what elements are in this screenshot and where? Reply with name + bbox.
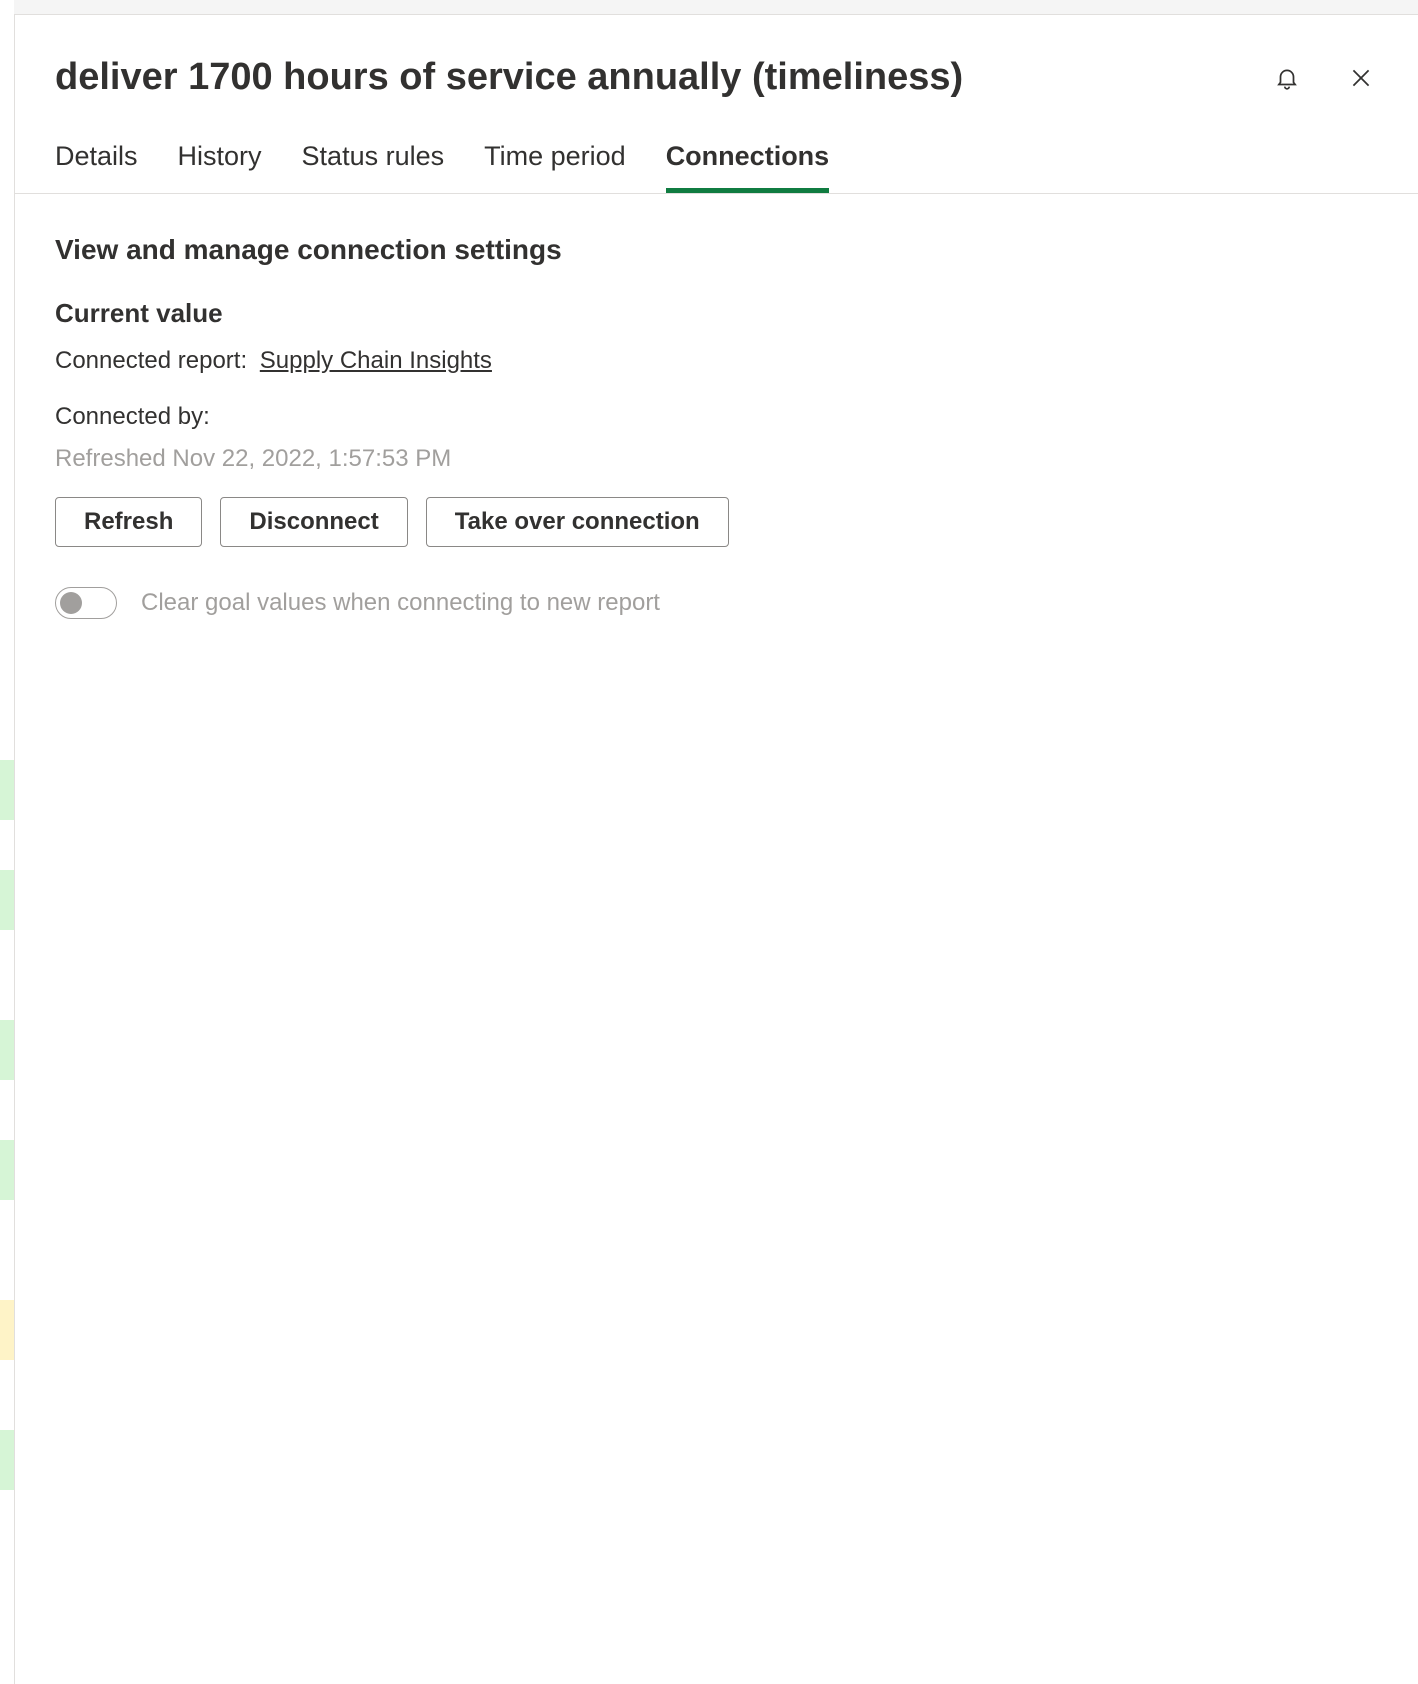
strip-row bbox=[0, 870, 14, 930]
tab-content: View and manage connection settings Curr… bbox=[15, 194, 1418, 1684]
clear-values-toggle-row: Clear goal values when connecting to new… bbox=[55, 587, 1378, 619]
tab-connections[interactable]: Connections bbox=[666, 141, 830, 193]
tab-details[interactable]: Details bbox=[55, 141, 138, 193]
clear-values-toggle-label: Clear goal values when connecting to new… bbox=[141, 589, 660, 617]
current-value-heading: Current value bbox=[55, 298, 1378, 329]
toggle-knob bbox=[60, 592, 82, 614]
connected-by-row: Connected by: bbox=[55, 403, 1378, 431]
strip-row bbox=[0, 1140, 14, 1200]
detail-panel: deliver 1700 hours of service annually (… bbox=[14, 14, 1418, 1684]
clear-values-toggle[interactable] bbox=[55, 587, 117, 619]
header-actions bbox=[1270, 55, 1378, 95]
connected-report-row: Connected report: Supply Chain Insights bbox=[55, 347, 1378, 375]
refresh-button[interactable]: Refresh bbox=[55, 497, 202, 547]
strip-row bbox=[0, 1430, 14, 1490]
tabs: Details History Status rules Time period… bbox=[15, 101, 1418, 194]
connected-report-label: Connected report: bbox=[55, 347, 247, 374]
bell-icon bbox=[1274, 65, 1300, 91]
connected-report-link[interactable]: Supply Chain Insights bbox=[260, 347, 492, 374]
close-icon bbox=[1348, 65, 1374, 91]
panel-header: deliver 1700 hours of service annually (… bbox=[15, 15, 1418, 101]
strip-row bbox=[0, 1020, 14, 1080]
connected-by-label: Connected by: bbox=[55, 403, 210, 430]
section-title: View and manage connection settings bbox=[55, 234, 1378, 266]
take-over-button[interactable]: Take over connection bbox=[426, 497, 729, 547]
panel-title: deliver 1700 hours of service annually (… bbox=[55, 55, 1246, 101]
strip-row bbox=[0, 1300, 14, 1360]
action-buttons: Refresh Disconnect Take over connection bbox=[55, 497, 1378, 547]
tab-status-rules[interactable]: Status rules bbox=[302, 141, 445, 193]
disconnect-button[interactable]: Disconnect bbox=[220, 497, 407, 547]
close-button[interactable] bbox=[1344, 61, 1378, 95]
refreshed-text: Refreshed Nov 22, 2022, 1:57:53 PM bbox=[55, 445, 1378, 473]
tab-history[interactable]: History bbox=[178, 141, 262, 193]
tab-time-period[interactable]: Time period bbox=[484, 141, 626, 193]
background-strip bbox=[0, 0, 14, 1684]
strip-row bbox=[0, 760, 14, 820]
notifications-button[interactable] bbox=[1270, 61, 1304, 95]
